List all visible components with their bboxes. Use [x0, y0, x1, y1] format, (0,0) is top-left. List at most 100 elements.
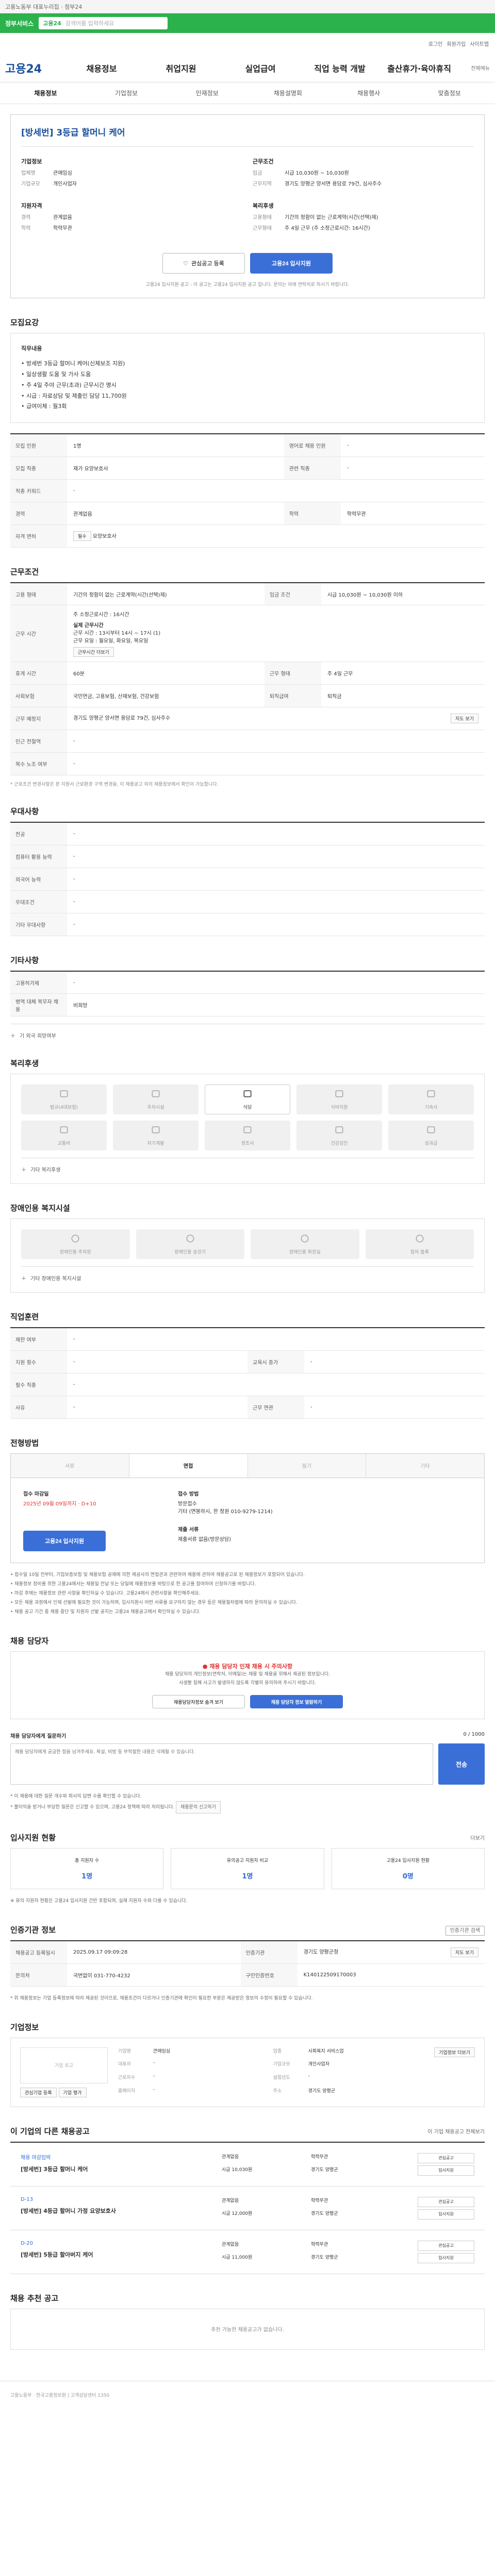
nav-employment-support[interactable]: 취업지원 [141, 62, 221, 74]
accessibility-icon [300, 1233, 310, 1245]
save-job-button[interactable]: ♡ 관심공고 등록 [162, 253, 245, 274]
all-menu-button[interactable]: 전체메뉴 [459, 64, 490, 72]
list-item[interactable]: D-13 [방세번] 4등급 할머니 가정 요양보호사 관계없음 학력무관 시급 12,… [10, 2187, 485, 2230]
process-note-line: • 접수일 10일 전부터, 기업보증보험 및 채용보험 공제에 의한 제공사의… [10, 1572, 305, 1578]
process-note-line: • 마감 후에는 채용정보 관련 사항을 확인하실 수 있습니다. 고용24에서… [10, 1590, 201, 1596]
nav-maternity-leave[interactable]: 출산휴가·육아휴직 [380, 62, 459, 74]
edu-limit-value: - [67, 1328, 485, 1351]
report-button[interactable]: 채용문의 신고하기 [175, 1801, 221, 1814]
disab-grid: 장애인용 주차장 장애인용 승강기 장애인용 화장실 점자 블록 [21, 1229, 474, 1260]
disab-item-label: 장애인용 승강기 [174, 1250, 206, 1256]
brand-logo[interactable]: 고용24 [5, 60, 62, 76]
edu-increase-value: - [304, 1350, 485, 1374]
other-job-attr: 관계없음 [222, 2154, 239, 2160]
heart-icon: ♡ [183, 260, 189, 267]
company-size-key: 기업규모 [21, 181, 40, 187]
hide-contact-button[interactable]: 채용담당자정보 숨겨 보기 [152, 1695, 245, 1709]
emp-type-key: 고용 형태 [10, 582, 67, 606]
table-row: 문의처 국번없이 031-770-4232 구인인증번호 K1401225091700… [10, 1963, 485, 1987]
nav-unemployment-benefit[interactable]: 실업급여 [221, 62, 300, 74]
etc-accordion-label: 기 외국 희망여부 [20, 1033, 56, 1040]
edu-limit-key: 제한 여부 [10, 1328, 67, 1351]
home-icon [426, 1089, 436, 1100]
view-contact-button[interactable]: 채용 담당자 정보 열람하기 [250, 1695, 343, 1709]
company-field-value: 사회복지 서비스업 [308, 2048, 344, 2054]
privacy-warning-text: 채용 담당자 인재 채용 시 주의사항 [209, 1663, 293, 1670]
insurance-value: 국민연금, 고용보험, 산재보험, 건강보험 [67, 684, 265, 708]
others-more-link[interactable]: 이 기업 채용공고 전체보기 [427, 2127, 485, 2135]
station-key: 인근 전철역 [10, 730, 67, 753]
accessibility-icon [415, 1233, 425, 1245]
benefit-item: 경조사 [205, 1121, 290, 1151]
other-job-attr: 시급 10,030원 [222, 2167, 253, 2173]
list-item[interactable]: 채용 마감임박 [방세번] 3등급 할머니 케어 관계없음 학력무관 시급 10,030… [10, 2143, 485, 2187]
save-job-button[interactable]: 관심공고 [418, 2240, 474, 2251]
send-question-button[interactable]: 전송 [438, 1743, 485, 1785]
subnav-company[interactable]: 기업정보 [86, 89, 167, 97]
signup-link[interactable]: 회원가입 [447, 40, 466, 47]
apply-button-2[interactable]: 고용24 입사지원 [23, 1530, 106, 1551]
apply-button[interactable]: 입사지원 [418, 2209, 474, 2219]
apply-button[interactable]: 입사지원 [418, 2165, 474, 2176]
service-search-box[interactable]: 고용24 검색어를 입력하세요 [39, 17, 168, 29]
benefit-item-label: 주차시설 [147, 1105, 164, 1111]
stats-more-link[interactable]: 더보기 [470, 1834, 485, 1841]
etc-accordion[interactable]: ＋ 기 외국 희망여부 [10, 1024, 485, 1039]
save-job-button[interactable]: 관심공고 [418, 2153, 474, 2163]
follow-company-button[interactable]: 관심기업 등록 [20, 2087, 57, 2097]
login-link[interactable]: 로그인 [428, 40, 443, 47]
disab-accordion[interactable]: ＋ 기타 장애인용 복지시설 [21, 1266, 474, 1282]
other-job-actions: 관심공고 입사지원 [407, 2240, 474, 2263]
save-job-button[interactable]: 관심공고 [418, 2196, 474, 2207]
subnav-jobs[interactable]: 채용정보 [5, 89, 86, 97]
company-more-button[interactable]: 기업정보 더보기 [434, 2047, 475, 2057]
nav-vocational-training[interactable]: 직업 능력 개발 [300, 62, 380, 74]
agency-map-button[interactable]: 지도 보기 [451, 1947, 478, 1957]
apply-button[interactable]: 입사지원 [418, 2252, 474, 2263]
union-key: 복수 노조 여부 [10, 752, 67, 776]
benefit-item: 식비지원 [296, 1084, 382, 1115]
other-job-attr: 학력무관 [311, 2154, 328, 2160]
benefit-accordion[interactable]: ＋ 기타 복리후생 [21, 1158, 474, 1173]
map-button[interactable]: 지도 보기 [451, 714, 478, 724]
contact-section-title: 채용 담당자 [10, 1636, 49, 1646]
sitemap-link[interactable]: 사이트맵 [470, 40, 489, 47]
contact-value: 기타 (면봉하시, 한 정원 010-9279-1214) [178, 1509, 273, 1515]
qa-note-line: * 불이익을 받거나 부당한 질문은 신고할 수 있으며, 고용24 정책에 따… [10, 1805, 175, 1810]
others-title: 이 기업의 다른 채용공고 [10, 2126, 90, 2136]
main-nav: 고용24 채용정보 취업지원 실업급여 직업 능력 개발 출산휴가·육아휴직 전… [0, 54, 495, 82]
rate-company-button[interactable]: 기업 평가 [58, 2087, 87, 2097]
severance-key: 퇴직급여 [264, 684, 321, 708]
job-type-key: 모집 직종 [10, 456, 67, 480]
computer-value: - [67, 845, 485, 868]
subnav-talent[interactable]: 인재정보 [167, 89, 248, 97]
table-row: 지원 횟수 - 교육시 증가 - [10, 1350, 485, 1374]
deadline-label: 접수 마감일 [23, 1491, 49, 1497]
stats-section: 입사지원 현황 더보기 [10, 1832, 485, 1843]
question-input[interactable] [10, 1743, 433, 1785]
hours-more-button[interactable]: 근무시간 더보기 [73, 647, 114, 657]
other-job-attr: 관계없음 [222, 2198, 239, 2204]
computer-key: 컴퓨터 활용 능력 [10, 845, 67, 868]
agency-search-button[interactable]: 인증기관 검색 [445, 1926, 485, 1936]
privacy-line: 사생활 침해 사고가 발생하지 않도록 각별히 유의하여 주시기 바랍니다. [179, 1680, 316, 1686]
nav-jobs[interactable]: 채용정보 [62, 62, 141, 74]
benefit-item-label: 교통비 [57, 1141, 71, 1147]
subnav-custom[interactable]: 맞춤정보 [409, 89, 490, 97]
apply-info: 접수 마감일 2025년 09월 09일까지 · D+10 고용24 입사지원 … [10, 1478, 485, 1563]
stat-value: 0명 [402, 1873, 414, 1881]
subnav-briefing[interactable]: 채용설명회 [248, 89, 328, 97]
other-job-title[interactable]: [방세번] 5등급 할아버지 케어 [21, 2250, 211, 2259]
list-item[interactable]: D-20 [방세번] 5등급 할아버지 케어 관계없음 학력무관 시급 11,000원 경… [10, 2230, 485, 2274]
job-type-value: 재가 요양보호사 [67, 456, 284, 480]
other-job-deadline: D-20 [21, 2240, 34, 2246]
other-job-title[interactable]: [방세번] 4등급 할머니 가정 요양보호사 [21, 2207, 211, 2215]
subnav-events[interactable]: 채용행사 [328, 89, 409, 97]
apply-button[interactable]: 고용24 입사지원 [250, 253, 333, 274]
food-icon [242, 1089, 253, 1100]
other-job-title[interactable]: [방세번] 3등급 할머니 케어 [21, 2165, 211, 2173]
etc-section-title: 기타사항 [10, 955, 39, 965]
workplace-cell: 경기도 양평군 양서면 용담로 79건, 심사주수 지도 보기 [67, 707, 485, 731]
career-key: 경력 [21, 215, 31, 221]
job-summary: [방세번] 3등급 할머니 케어 기업정보 업체명 큰애임심 기업규모 개인사업자 … [10, 114, 485, 298]
